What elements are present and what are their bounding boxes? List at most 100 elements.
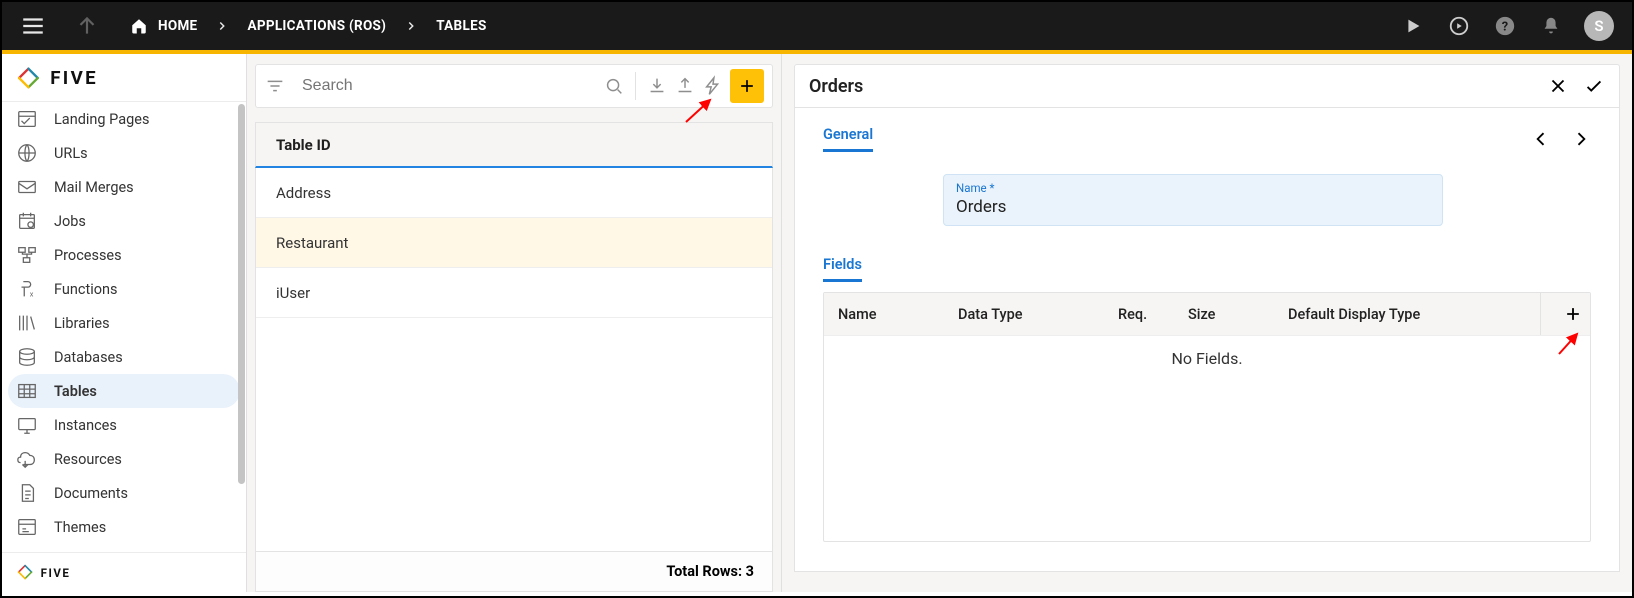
list-toolbar — [255, 64, 773, 108]
name-value: Orders — [956, 197, 1430, 217]
avatar[interactable]: S — [1584, 11, 1614, 41]
chevron-left-icon[interactable] — [1531, 129, 1551, 149]
sidebar-item-instances[interactable]: Instances — [2, 408, 246, 442]
sidebar-item-label: Instances — [54, 417, 117, 434]
sidebar-item-processes[interactable]: Processes — [2, 238, 246, 272]
urls-icon — [16, 142, 38, 164]
add-table-button[interactable] — [730, 69, 764, 103]
jobs-icon — [16, 210, 38, 232]
sidebar-item-label: Databases — [54, 349, 123, 366]
plus-icon — [1563, 304, 1583, 324]
chevron-right-icon[interactable] — [1571, 129, 1591, 149]
column-header-req[interactable]: Req. — [1104, 306, 1174, 323]
breadcrumb: HOME APPLICATIONS (ROS) TABLES — [130, 17, 487, 35]
add-field-button[interactable] — [1540, 293, 1590, 335]
detail-panel: Orders General Name * Orders Fields Name… — [782, 54, 1632, 592]
logo: FIVE — [2, 54, 246, 102]
up-arrow-icon — [74, 13, 100, 39]
export-icon[interactable] — [674, 75, 696, 97]
search-input[interactable] — [302, 77, 597, 95]
tab-fields[interactable]: Fields — [823, 256, 862, 282]
confirm-icon[interactable] — [1583, 75, 1605, 97]
svg-text:x: x — [30, 289, 34, 298]
sidebar-item-mail-merges[interactable]: Mail Merges — [2, 170, 246, 204]
import-icon[interactable] — [646, 75, 668, 97]
databases-icon — [16, 346, 38, 368]
functions-icon: x — [16, 278, 38, 300]
home-icon — [130, 17, 148, 35]
detail-body: General Name * Orders Fields Name Data T… — [794, 108, 1620, 572]
sidebar: FIVE Landing Pages URLs Mail Merges Jobs — [2, 54, 247, 592]
lightning-icon[interactable] — [702, 75, 724, 97]
sidebar-item-landing-pages[interactable]: Landing Pages — [2, 102, 246, 136]
sidebar-item-label: Documents — [54, 485, 128, 502]
sidebar-item-databases[interactable]: Databases — [2, 340, 246, 374]
landing-pages-icon — [16, 108, 38, 130]
breadcrumb-tables[interactable]: TABLES — [436, 18, 486, 34]
plus-icon — [737, 76, 757, 96]
bell-icon[interactable] — [1540, 15, 1562, 37]
name-input-field[interactable]: Name * Orders — [943, 174, 1443, 226]
sidebar-footer-logo: FIVE — [2, 552, 246, 592]
processes-icon — [16, 244, 38, 266]
documents-icon — [16, 482, 38, 504]
hamburger-icon[interactable] — [20, 13, 46, 39]
target-play-icon[interactable] — [1448, 15, 1470, 37]
sidebar-item-label: Tables — [54, 383, 97, 400]
column-header-type[interactable]: Data Type — [944, 306, 1104, 323]
mail-icon — [16, 176, 38, 198]
detail-header: Orders — [794, 64, 1620, 108]
sidebar-item-tables[interactable]: Tables — [8, 374, 240, 408]
sidebar-item-urls[interactable]: URLs — [2, 136, 246, 170]
chevron-right-icon — [404, 19, 418, 33]
themes-icon — [16, 516, 38, 538]
list-panel: Table ID Address Restaurant iUser Total … — [247, 54, 782, 592]
search-icon[interactable] — [603, 75, 625, 97]
sidebar-item-themes[interactable]: Themes — [2, 510, 246, 544]
table-row[interactable]: Restaurant — [256, 218, 772, 268]
close-icon[interactable] — [1547, 75, 1569, 97]
sidebar-item-label: Jobs — [54, 213, 86, 230]
no-fields-text: No Fields. — [824, 335, 1590, 381]
breadcrumb-apps[interactable]: APPLICATIONS (ROS) — [247, 18, 386, 34]
table-row[interactable]: iUser — [256, 268, 772, 318]
tab-general[interactable]: General — [823, 126, 873, 152]
filter-icon[interactable] — [264, 75, 286, 97]
table-rows: Address Restaurant iUser Total Rows: 3 — [255, 168, 773, 592]
detail-title: Orders — [809, 76, 863, 97]
list-column-header[interactable]: Table ID — [255, 122, 773, 168]
scrollbar[interactable] — [238, 104, 245, 484]
sidebar-item-libraries[interactable]: Libraries — [2, 306, 246, 340]
sidebar-item-label: Landing Pages — [54, 111, 149, 128]
sidebar-item-resources[interactable]: Resources — [2, 442, 246, 476]
sidebar-item-label: Libraries — [54, 315, 110, 332]
svg-text:FIVE: FIVE — [41, 565, 71, 579]
sidebar-item-functions[interactable]: x Functions — [2, 272, 246, 306]
svg-text:FIVE: FIVE — [50, 67, 98, 89]
column-header-size[interactable]: Size — [1174, 306, 1274, 323]
sidebar-item-label: URLs — [54, 145, 88, 162]
tables-icon — [16, 380, 38, 402]
total-rows-label: Total Rows: 3 — [256, 551, 772, 591]
instances-icon — [16, 414, 38, 436]
resources-icon — [16, 448, 38, 470]
sidebar-item-label: Processes — [54, 247, 122, 264]
sidebar-item-label: Mail Merges — [54, 179, 134, 196]
chevron-right-icon — [215, 19, 229, 33]
name-label: Name * — [956, 181, 1430, 195]
play-icon[interactable] — [1402, 15, 1424, 37]
breadcrumb-home[interactable]: HOME — [158, 18, 197, 34]
fields-table: Name Data Type Req. Size Default Display… — [823, 292, 1591, 542]
five-logo-icon: FIVE — [16, 64, 156, 92]
column-header-name[interactable]: Name — [824, 306, 944, 323]
column-header-disp[interactable]: Default Display Type — [1274, 306, 1540, 323]
help-icon[interactable]: ? — [1494, 15, 1516, 37]
libraries-icon — [16, 312, 38, 334]
sidebar-item-label: Resources — [54, 451, 122, 468]
sidebar-item-documents[interactable]: Documents — [2, 476, 246, 510]
table-row[interactable]: Address — [256, 168, 772, 218]
svg-text:?: ? — [1502, 20, 1508, 35]
sidebar-nav: Landing Pages URLs Mail Merges Jobs Proc… — [2, 102, 246, 552]
sidebar-item-jobs[interactable]: Jobs — [2, 204, 246, 238]
sidebar-item-label: Themes — [54, 519, 106, 536]
